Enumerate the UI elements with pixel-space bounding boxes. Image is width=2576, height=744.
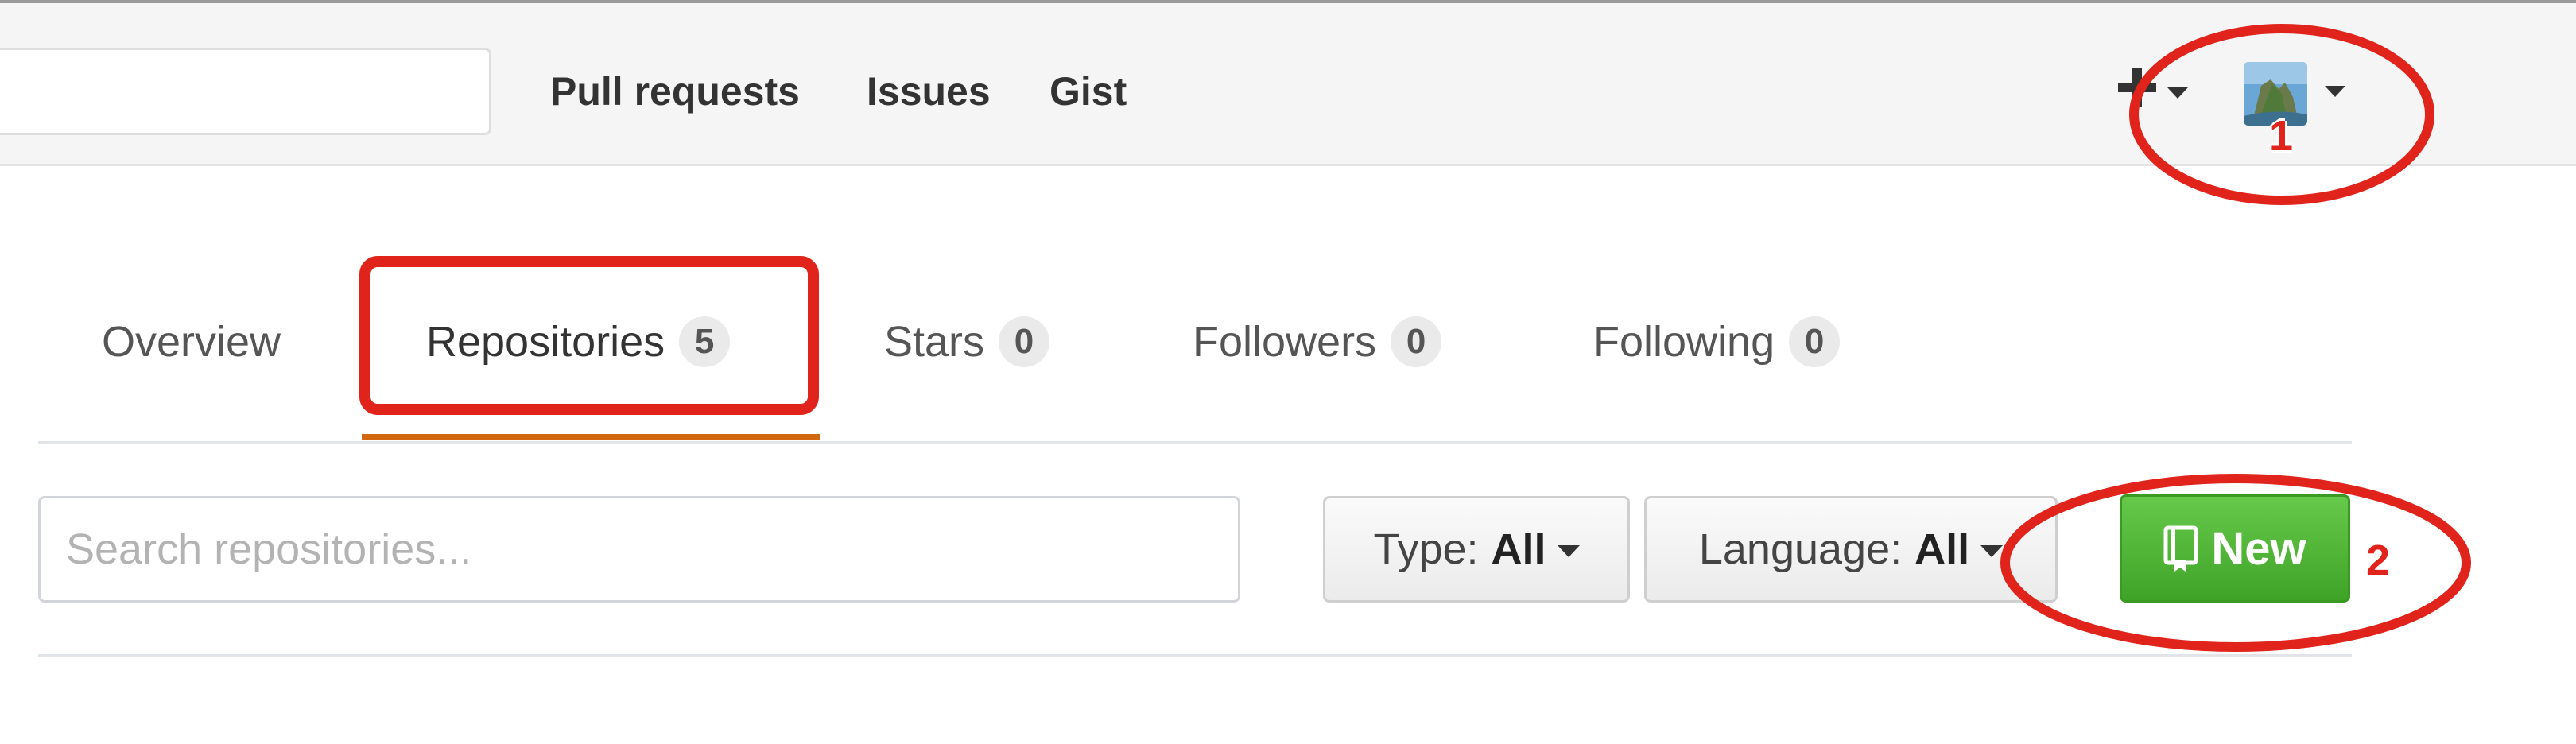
search-repositories-input[interactable]: [38, 496, 1240, 603]
caret-down-icon: [1980, 544, 2004, 557]
repositories-count-badge: 5: [679, 316, 731, 367]
selected-tab-indicator: [362, 434, 820, 440]
stars-count-badge: 0: [999, 316, 1050, 367]
list-divider: [38, 654, 2352, 657]
type-filter-value: All: [1491, 525, 1546, 573]
type-filter-label: Type:: [1373, 525, 1479, 573]
tab-label: Following: [1593, 318, 1775, 366]
nav-issues[interactable]: Issues: [867, 65, 991, 118]
caret-down-icon: [2167, 87, 2188, 99]
plus-icon: [2118, 68, 2156, 107]
tab-label: Repositories: [426, 318, 665, 366]
tab-label: Stars: [884, 318, 985, 366]
tab-followers[interactable]: Followers 0: [1193, 310, 1442, 374]
tab-label: Overview: [102, 318, 281, 366]
language-filter-value: All: [1915, 525, 1970, 573]
annotation-label-2: 2: [2366, 537, 2391, 584]
language-filter-label: Language:: [1698, 525, 1903, 573]
header-search-input[interactable]: [0, 48, 491, 135]
type-filter-dropdown[interactable]: Type: All: [1323, 496, 1630, 603]
tabs-divider: [38, 441, 2352, 444]
language-filter-dropdown[interactable]: Language: All: [1644, 496, 2058, 603]
tab-repositories[interactable]: Repositories 5: [426, 310, 731, 374]
followers-count-badge: 0: [1391, 316, 1442, 367]
user-menu-dropdown[interactable]: [2244, 57, 2355, 129]
tab-stars[interactable]: Stars 0: [884, 310, 1050, 374]
caret-down-icon: [2325, 86, 2345, 97]
new-repository-button[interactable]: New: [2120, 494, 2350, 603]
repo-icon: [2163, 525, 2198, 572]
site-header: Pull requests Issues Gist: [0, 0, 2576, 166]
tab-overview[interactable]: Overview: [102, 310, 281, 374]
caret-down-icon: [1557, 544, 1580, 557]
annotation-label-1: 1: [2269, 112, 2294, 160]
tab-following[interactable]: Following 0: [1593, 310, 1841, 374]
following-count-badge: 0: [1789, 316, 1841, 367]
new-button-label: New: [2211, 522, 2306, 575]
nav-gist[interactable]: Gist: [1049, 65, 1127, 118]
create-new-dropdown[interactable]: [2115, 54, 2190, 126]
tab-label: Followers: [1193, 318, 1377, 366]
nav-pull-requests[interactable]: Pull requests: [550, 65, 800, 118]
